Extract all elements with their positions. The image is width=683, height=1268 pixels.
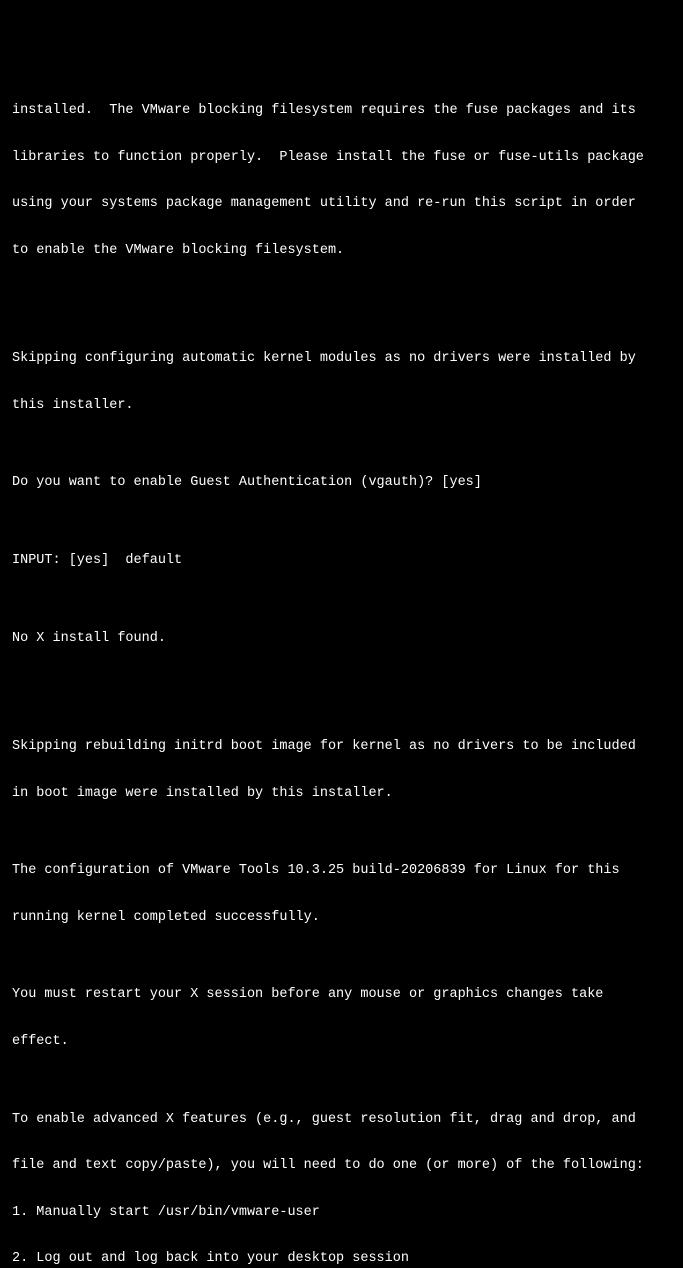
output-line: The configuration of VMware Tools 10.3.2… bbox=[12, 863, 671, 879]
output-line: using your systems package management ut… bbox=[12, 196, 671, 212]
output-line: installed. The VMware blocking filesyste… bbox=[12, 103, 671, 119]
output-line: to enable the VMware blocking filesystem… bbox=[12, 243, 671, 259]
output-line: 2. Log out and log back into your deskto… bbox=[12, 1251, 671, 1267]
output-line: Skipping configuring automatic kernel mo… bbox=[12, 351, 671, 367]
output-line: To enable advanced X features (e.g., gue… bbox=[12, 1112, 671, 1128]
output-line: Do you want to enable Guest Authenticati… bbox=[12, 475, 671, 491]
output-line: INPUT: [yes] default bbox=[12, 553, 671, 569]
terminal-output: installed. The VMware blocking filesyste… bbox=[12, 72, 671, 1268]
output-line: in boot image were installed by this ins… bbox=[12, 786, 671, 802]
output-line: libraries to function properly. Please i… bbox=[12, 150, 671, 166]
output-line: Skipping rebuilding initrd boot image fo… bbox=[12, 739, 671, 755]
output-line: effect. bbox=[12, 1034, 671, 1050]
output-line: No X install found. bbox=[12, 631, 671, 647]
output-line: file and text copy/paste), you will need… bbox=[12, 1158, 671, 1174]
output-line: running kernel completed successfully. bbox=[12, 910, 671, 926]
output-line: this installer. bbox=[12, 398, 671, 414]
output-line: 1. Manually start /usr/bin/vmware-user bbox=[12, 1205, 671, 1221]
output-line: You must restart your X session before a… bbox=[12, 987, 671, 1003]
